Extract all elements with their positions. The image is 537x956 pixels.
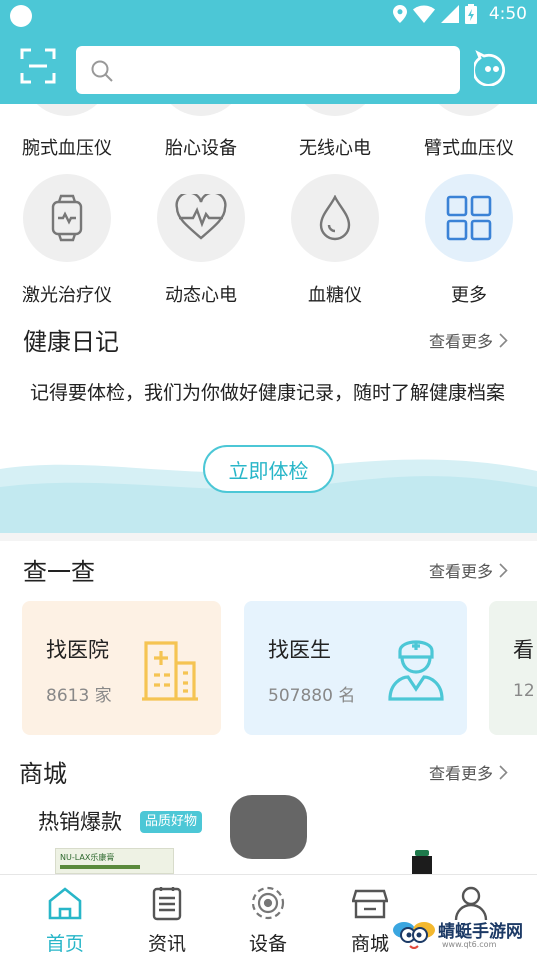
lookup-see-more[interactable]: 查看更多 [429,558,508,582]
header [0,30,537,104]
scan-icon [20,48,56,84]
watermark-text: 蜻蜓手游网 [438,922,523,942]
checkup-now-button[interactable]: 立即体检 [203,445,334,493]
wifi-icon [412,5,435,23]
device-icon-partial [425,104,513,116]
nav-device-label: 设备 [248,933,287,955]
grid-icon [446,195,492,241]
device-row-1-icons [0,104,537,118]
device-more[interactable] [425,174,513,262]
device-laser-therapy[interactable] [23,174,111,262]
nav-home[interactable]: 首页 [15,875,115,956]
hospital-count: 8613 家 [46,681,112,706]
nav-device[interactable]: 设备 [218,875,318,956]
health-diary-see-more[interactable]: 查看更多 [429,328,508,352]
notification-dot-icon [10,5,32,27]
watermark: 蜻蜓手游网 www.qt6.com [392,914,537,956]
hospital-count-value: 8613 [46,686,90,706]
search-input[interactable] [76,46,460,94]
product-label: NU-LAX乐康膏 [60,853,115,862]
lookup-third-title: 看 [513,638,534,662]
find-hospital-title: 找医院 [46,638,109,662]
nav-news[interactable]: 资讯 [117,875,217,956]
status-bar: 4:50 [0,0,537,30]
hospital-count-unit: 家 [94,686,112,706]
search-icon [91,60,113,82]
device-arm-bp[interactable]: 臂式血压仪 [402,134,536,160]
section-divider [0,533,537,541]
product-stripe [60,865,140,869]
device-wrist-bp[interactable]: 腕式血压仪 [0,134,134,160]
chevron-right-icon [499,764,508,780]
device-dynamic-ecg[interactable] [157,174,245,262]
find-doctor-title: 找医生 [268,638,331,662]
heart-ecg-icon [175,194,227,240]
product-bottle-image[interactable] [410,850,434,874]
find-hospital-card[interactable]: 找医院 8613 家 [22,601,221,735]
message-button[interactable] [472,50,510,87]
device-wireless-ecg[interactable]: 无线心电 [268,134,402,160]
health-diary-title: 健康日记 [23,328,119,356]
lookup-third-count: 12 [513,681,535,701]
shop-see-more[interactable]: 查看更多 [429,760,508,784]
device-fetal-heart[interactable]: 胎心设备 [134,134,268,160]
device-icon [251,886,285,920]
hospital-icon [142,641,198,701]
doctor-count: 507880 名 [268,681,355,706]
shop-title: 商城 [19,760,67,788]
dragonfly-logo-icon [393,922,435,949]
battery-icon [464,4,477,24]
lookup-third-card[interactable]: 看 12 [489,601,537,735]
doctor-count-value: 507880 [268,686,333,706]
status-time: 4:50 [488,4,527,24]
device-more-label: 更多 [451,285,487,306]
chevron-right-icon [499,332,508,348]
smartwatch-icon [51,194,83,242]
floating-assist-button[interactable] [230,795,307,859]
blood-drop-icon [319,195,351,241]
find-doctor-card[interactable]: 找医生 507880 名 [244,601,467,735]
see-more-label: 查看更多 [429,562,494,581]
doctor-icon [388,640,444,701]
device-laser-therapy-label: 激光治疗仪 [22,285,112,306]
scan-button[interactable] [20,48,56,84]
store-icon [352,889,388,919]
health-diary-text: 记得要体检，我们为你做好健康记录，随时了解健康档案 [30,382,506,404]
device-dynamic-ecg-label: 动态心电 [165,285,237,306]
see-more-label: 查看更多 [429,764,494,783]
device-icon-partial [291,104,379,116]
device-glucose-meter[interactable] [291,174,379,262]
signal-icon [440,5,459,23]
lookup-title: 查一查 [23,558,95,586]
watermark-url: www.qt6.com [442,940,497,949]
device-icon-partial [157,104,245,116]
status-icons: 4:50 [392,4,527,24]
hot-sales-title: 热销爆款 [38,810,122,834]
quality-badge: 品质好物 [140,811,203,833]
chevron-right-icon [499,562,508,578]
nav-news-label: 资讯 [147,933,186,955]
product-image[interactable]: NU-LAX乐康膏 [55,848,174,874]
news-icon [152,887,182,921]
home-icon [48,887,82,920]
device-glucose-meter-label: 血糖仪 [308,285,362,306]
nav-home-label: 首页 [45,933,84,955]
device-icon-partial [23,104,111,116]
location-icon [392,5,407,23]
see-more-label: 查看更多 [429,332,494,351]
doctor-count-unit: 名 [338,686,356,706]
message-icon [472,50,506,87]
